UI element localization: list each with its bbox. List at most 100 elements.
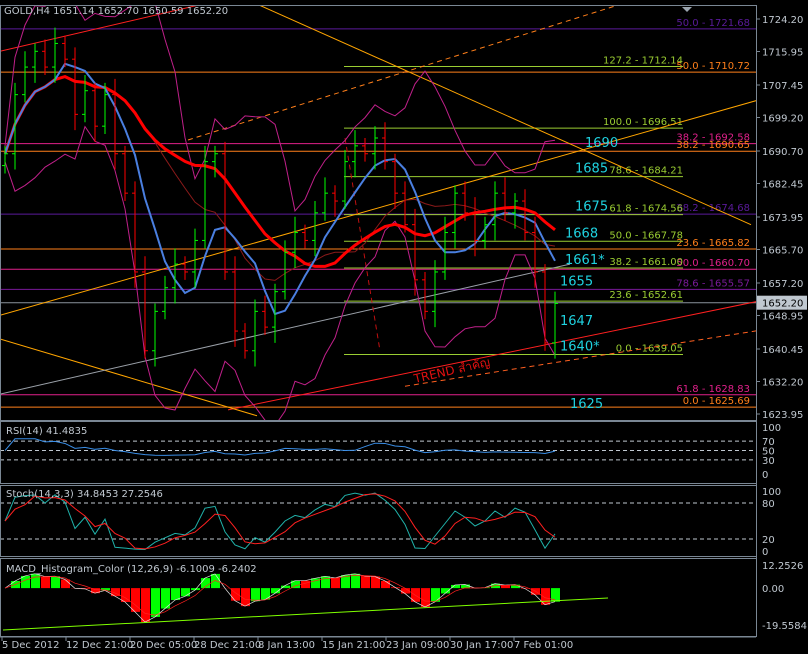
trendline — [345, 138, 380, 351]
macd-histogram-bar — [171, 588, 180, 600]
stoch-main-line — [5, 493, 555, 549]
current-price-label: 1652.20 — [762, 299, 803, 310]
fib-label: 38.2 - 1690.65 — [676, 140, 750, 151]
fib-label: 50.0 - 1721.68 — [676, 18, 750, 29]
pivot-label: 1661* — [565, 253, 605, 268]
fib-label: 38.2 - 1661.00 — [609, 257, 683, 268]
macd-histogram-bar — [331, 578, 340, 588]
rsi-border — [1, 422, 757, 484]
macd-histogram-bar — [61, 579, 70, 588]
price-tick-label: 1648.95 — [762, 311, 803, 322]
time-tick-label: 23 Jan 09:00 — [386, 640, 449, 650]
macd-histogram-bar — [261, 588, 270, 600]
ma-medium — [5, 77, 555, 281]
fib-label: 50.0 - 1710.72 — [676, 61, 750, 72]
macd-histogram-bar — [151, 588, 160, 617]
price-tick-label: 1623.95 — [762, 410, 803, 421]
price-tick-label: 1673.95 — [762, 213, 803, 224]
price-tick-label: 1682.45 — [762, 180, 803, 191]
macd-histogram-bar — [141, 588, 150, 622]
macd-histogram-bar — [361, 576, 370, 588]
pivot-label: 1675 — [575, 200, 608, 215]
time-tick-label: 8 Jan 13:00 — [258, 640, 315, 650]
macd-trendline — [3, 598, 608, 630]
price-tick-label: 1715.95 — [762, 48, 803, 59]
pivot-label: 1640* — [560, 340, 600, 355]
fib-label: 23.6 - 1665.82 — [676, 238, 750, 249]
macd-histogram-bar — [51, 576, 60, 588]
macd-panel[interactable] — [3, 574, 608, 630]
price-tick-label: 1699.20 — [762, 114, 803, 125]
ma-slow — [5, 77, 555, 267]
price-tick-label: 1707.45 — [762, 81, 803, 92]
macd-tick-label: 0.00 — [762, 584, 784, 595]
price-tick-label: 1665.70 — [762, 245, 803, 256]
time-tick-label: 7 Feb 01:00 — [514, 640, 573, 650]
fib-label: 100.0 - 1696.51 — [603, 117, 683, 128]
rsi-label: RSI(14) 41.4835 — [6, 426, 87, 437]
macd-histogram-bar — [301, 581, 310, 588]
stoch-tick-label: 20 — [762, 535, 775, 546]
price-panel[interactable]: 50.0 - 1721.6850.0 - 1710.7238.2 - 1692.… — [0, 0, 805, 426]
shift-marker-icon — [682, 7, 692, 12]
time-tick-label: 15 Jan 21:00 — [322, 640, 385, 650]
macd-histogram-bar — [211, 574, 220, 588]
macd-histogram-bar — [31, 574, 40, 588]
fib-label: 127.2 - 1712.14 — [603, 56, 683, 67]
macd-histogram-bar — [251, 588, 260, 601]
macd-histogram-bar — [321, 576, 330, 588]
fib-label: 50.0 - 1667.78 — [609, 230, 683, 241]
stoch-panel[interactable] — [0, 493, 756, 549]
pivot-label: 1685 — [575, 162, 608, 177]
price-tick-label: 1690.70 — [762, 147, 803, 158]
price-tick-label: 1640.45 — [762, 345, 803, 356]
time-tick-label: 5 Dec 2012 — [2, 640, 60, 650]
rsi-panel[interactable] — [0, 439, 756, 460]
price-tick-label: 1657.20 — [762, 279, 803, 290]
macd-signal-line — [5, 575, 555, 615]
macd-histogram-bar — [551, 588, 560, 602]
macd-label: MACD_Histogram_Color (12,26,9) -6.1009 -… — [6, 564, 257, 575]
fib-label: 61.8 - 1628.83 — [676, 384, 750, 395]
macd-histogram-bar — [381, 581, 390, 588]
axes: 1724.20 1715.95 1707.45 1699.20 1690.70 1682.… — [0, 5, 807, 650]
fib-label: 78.6 - 1655.57 — [676, 278, 750, 289]
fib-label: 38.2 - 1674.68 — [676, 203, 750, 214]
trend-annotation: TREND สำคัญ — [412, 355, 492, 386]
macd-tick-label: -19.5584 — [762, 621, 807, 632]
rsi-tick-label: 100 — [762, 423, 781, 434]
pivot-label: 1625 — [570, 397, 603, 412]
time-tick-label: 28 Dec 21:00 — [194, 640, 261, 650]
macd-tick-label: 12.2526 — [762, 561, 803, 572]
rsi-tick-label: 30 — [762, 456, 775, 467]
price-tick-label: 1632.20 — [762, 377, 803, 388]
fib-label: 0.0 - 1639.05 — [616, 344, 683, 355]
rsi-tick-label: 0 — [762, 470, 768, 481]
fib-label: 0.0 - 1625.69 — [683, 396, 750, 407]
symbol-header: GOLD,H4 1651.14 1652.70 1650.59 1652.20 — [4, 6, 228, 17]
macd-histogram-bar — [21, 576, 30, 588]
fib-label: 61.8 - 1674.56 — [609, 204, 683, 215]
pivot-label: 1668 — [565, 226, 598, 241]
trendline — [248, 0, 751, 225]
time-tick-label: 30 Jan 17:00 — [450, 640, 513, 650]
pivot-label: 1690 — [585, 136, 618, 151]
stoch-tick-label: 100 — [762, 487, 781, 498]
stoch-tick-label: 80 — [762, 499, 775, 510]
stoch-tick-label: 0 — [762, 547, 768, 558]
price-tick-label: 1724.20 — [762, 15, 803, 26]
trendline — [188, 0, 634, 140]
macd-line — [5, 574, 555, 622]
bollinger-upper — [5, 0, 555, 211]
pivot-label: 1655 — [560, 274, 593, 289]
pivot-label: 1647 — [560, 314, 593, 329]
price-layer: 50.0 - 1721.6850.0 - 1710.7238.2 - 1692.… — [0, 0, 805, 426]
macd-histogram-bar — [41, 577, 50, 589]
trading-chart[interactable]: 50.0 - 1721.6850.0 - 1710.7238.2 - 1692.… — [0, 0, 808, 650]
macd-histogram-bar — [421, 588, 430, 607]
macd-histogram-bar — [181, 588, 190, 596]
fib-label: 50.0 - 1660.70 — [676, 258, 750, 269]
trendline — [0, 339, 257, 416]
fib-label: 78.6 - 1684.21 — [609, 166, 683, 177]
time-tick-label: 20 Dec 05:00 — [130, 640, 197, 650]
